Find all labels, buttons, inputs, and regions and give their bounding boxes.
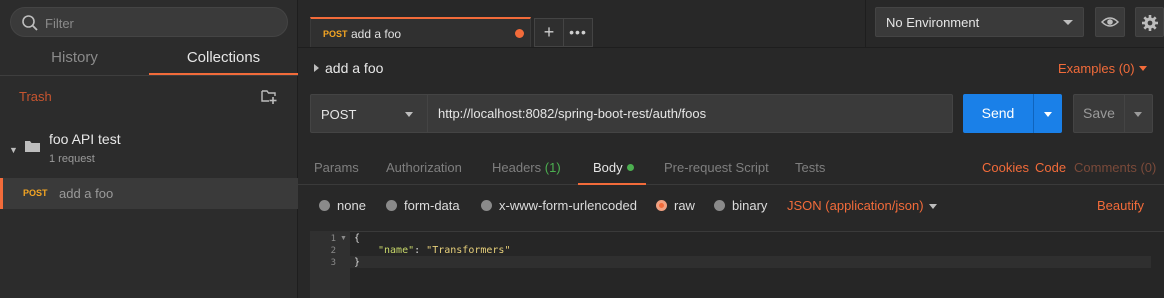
tab-collections[interactable]: Collections xyxy=(149,48,298,75)
chevron-down-icon[interactable]: ▼ xyxy=(9,145,18,155)
radio-circle xyxy=(481,200,492,211)
editor-active-line xyxy=(350,256,1151,268)
radio-circle xyxy=(714,200,725,211)
radio-raw[interactable]: raw xyxy=(656,198,695,214)
search-icon xyxy=(22,15,38,31)
fold-toggle-icon[interactable]: ▼ xyxy=(340,235,347,242)
radio-label: x-www-form-urlencoded xyxy=(499,198,637,213)
tab-body[interactable]: Body xyxy=(578,160,646,185)
radio-none[interactable]: none xyxy=(319,198,366,214)
beautify-link[interactable]: Beautify xyxy=(1097,198,1144,213)
topbar-divider xyxy=(865,0,866,47)
line-number: 2 xyxy=(330,246,336,256)
code-line: "name": "Transformers" xyxy=(378,245,510,256)
examples-dropdown[interactable]: Examples (0) xyxy=(1058,61,1135,76)
filter-input[interactable] xyxy=(45,13,275,33)
json-string-value: "Transformers" xyxy=(426,245,511,256)
new-collection-icon[interactable] xyxy=(260,87,278,105)
tab-params[interactable]: Params xyxy=(314,160,359,185)
tab-tests[interactable]: Tests xyxy=(795,160,825,185)
collection-name[interactable]: foo API test xyxy=(49,131,121,147)
chevron-down-icon xyxy=(1063,20,1073,25)
sidebar: History Collections Trash ▼ foo API test… xyxy=(0,0,298,298)
radio-circle-selected xyxy=(656,200,667,211)
method-select[interactable]: POST xyxy=(310,94,427,133)
line-number: 3 xyxy=(330,258,336,268)
environment-label: No Environment xyxy=(886,15,980,30)
chevron-down-icon xyxy=(1134,112,1142,117)
tab-bar-border xyxy=(298,47,1164,48)
radio-label: none xyxy=(337,198,366,213)
filter-box[interactable] xyxy=(10,7,288,37)
tab-pre-request-script[interactable]: Pre-request Script xyxy=(664,160,769,185)
chevron-down-icon[interactable] xyxy=(929,204,937,209)
chevron-down-icon xyxy=(405,112,413,117)
environment-quick-look-button[interactable] xyxy=(1095,7,1125,37)
request-tab[interactable]: POST add a foo xyxy=(310,17,531,47)
cookies-link[interactable]: Cookies xyxy=(982,160,1029,185)
code-line: { xyxy=(354,233,361,244)
eye-icon xyxy=(1101,17,1119,27)
environment-select[interactable]: No Environment xyxy=(875,7,1084,37)
url-input[interactable] xyxy=(427,94,953,133)
gear-icon xyxy=(1142,15,1158,31)
radio-label: form-data xyxy=(404,198,460,213)
tab-headers-label: Headers xyxy=(492,160,542,175)
tab-authorization[interactable]: Authorization xyxy=(386,160,462,185)
radio-form-data[interactable]: form-data xyxy=(386,198,460,214)
chevron-right-icon[interactable] xyxy=(314,64,319,72)
code-link[interactable]: Code xyxy=(1035,160,1066,185)
trash-link[interactable]: Trash xyxy=(19,89,52,104)
comments-link[interactable]: Comments (0) xyxy=(1074,160,1156,185)
request-tab-name: add a foo xyxy=(351,27,402,41)
body-indicator-dot xyxy=(626,164,634,171)
radio-circle xyxy=(386,200,397,211)
more-tabs-button[interactable]: ••• xyxy=(563,18,593,47)
radio-label: raw xyxy=(674,198,695,213)
radio-label: binary xyxy=(732,198,768,213)
request-title[interactable]: add a foo xyxy=(325,60,383,76)
tab-headers[interactable]: Headers (1) xyxy=(492,160,561,185)
save-options-button[interactable] xyxy=(1124,94,1153,133)
chevron-down-icon[interactable] xyxy=(1139,66,1147,71)
method-label: POST xyxy=(321,107,357,122)
manage-environments-button[interactable] xyxy=(1135,7,1164,37)
save-button[interactable]: Save xyxy=(1073,94,1124,133)
json-key: "name" xyxy=(378,245,415,256)
radio-circle xyxy=(319,200,330,211)
line-number: 1 xyxy=(330,234,336,244)
new-tab-button[interactable]: + xyxy=(534,18,564,47)
sidebar-divider xyxy=(0,75,298,76)
json-colon: : xyxy=(414,245,427,256)
content-type-select[interactable]: JSON (application/json) xyxy=(787,198,924,213)
radio-binary[interactable]: binary xyxy=(714,198,767,214)
sidebar-request-item[interactable]: POST add a foo xyxy=(0,178,298,209)
send-options-button[interactable] xyxy=(1033,94,1062,133)
send-button[interactable]: Send xyxy=(963,94,1033,133)
tab-history[interactable]: History xyxy=(0,48,149,75)
collection-request-count: 1 request xyxy=(49,153,95,165)
headers-count: (1) xyxy=(544,160,561,175)
request-name: add a foo xyxy=(59,186,114,201)
folder-icon xyxy=(25,141,40,152)
method-badge: POST xyxy=(323,29,348,39)
radio-x-www-form-urlencoded[interactable]: x-www-form-urlencoded xyxy=(481,198,637,214)
chevron-down-icon xyxy=(1044,112,1052,117)
method-badge: POST xyxy=(23,188,48,198)
unsaved-indicator[interactable] xyxy=(515,29,524,38)
tab-body-label: Body xyxy=(593,160,623,175)
code-line: } xyxy=(354,257,361,268)
